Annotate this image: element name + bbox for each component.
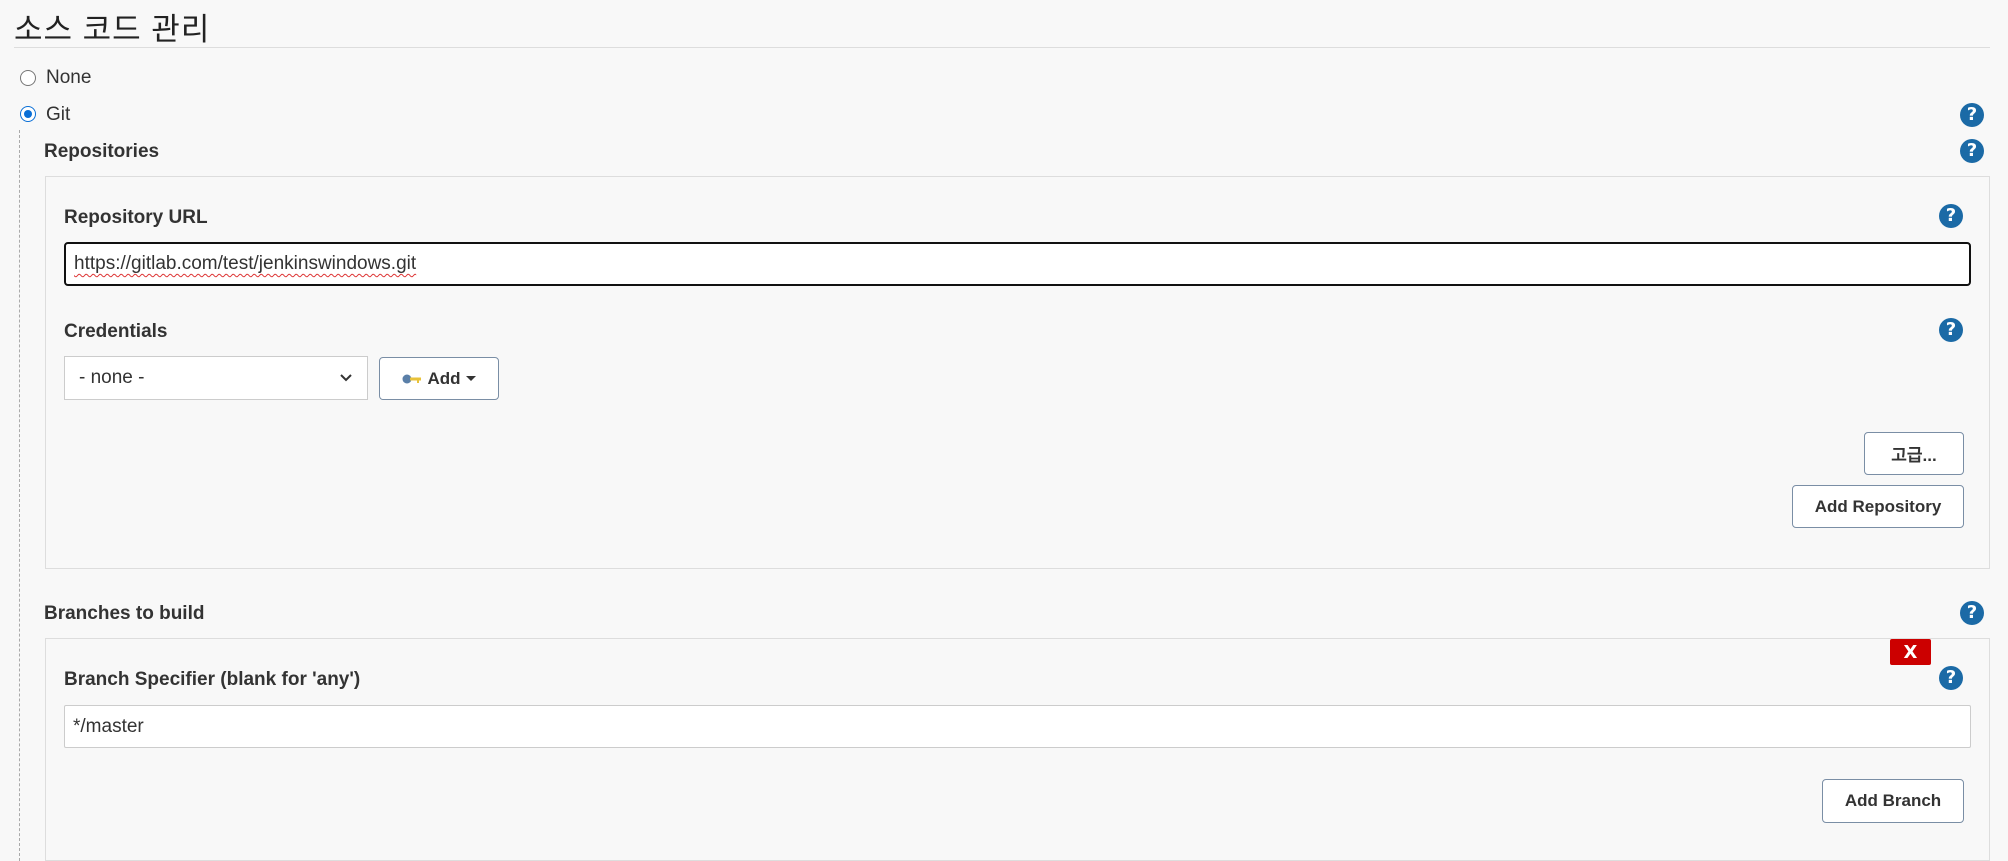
title-divider	[14, 47, 1990, 48]
delete-branch-button[interactable]: X	[1890, 639, 1931, 665]
git-help-icon[interactable]: ?	[1960, 103, 1984, 127]
repository-url-value: https://gitlab.com/test/jenkinswindows.g…	[74, 253, 417, 274]
scm-git-label[interactable]: Git	[46, 104, 70, 126]
advanced-button[interactable]: 고급...	[1864, 432, 1964, 475]
scm-none-radio[interactable]	[20, 70, 36, 86]
repository-url-label: Repository URL	[64, 207, 208, 228]
scm-git-radio[interactable]	[20, 106, 36, 122]
git-options-indent-line	[19, 130, 20, 861]
section-title: 소스 코드 관리	[14, 12, 211, 47]
branches-help-icon[interactable]: ?	[1960, 601, 1984, 625]
credentials-help-icon[interactable]: ?	[1939, 318, 1963, 342]
chevron-down-icon	[340, 374, 352, 382]
repositories-help-icon[interactable]: ?	[1960, 139, 1984, 163]
add-credentials-label: Add	[427, 368, 461, 388]
scm-none-label[interactable]: None	[46, 67, 91, 89]
add-branch-button[interactable]: Add Branch	[1822, 779, 1964, 823]
branch-specifier-help-icon[interactable]: ?	[1939, 666, 1963, 690]
credentials-select[interactable]: - none -	[64, 356, 368, 400]
branch-specifier-label: Branch Specifier (blank for 'any')	[64, 669, 361, 690]
key-icon	[402, 374, 422, 383]
add-credentials-button[interactable]: Add	[379, 357, 499, 400]
add-repository-button[interactable]: Add Repository	[1792, 485, 1964, 528]
repositories-label: Repositories	[44, 141, 160, 162]
credentials-selected-value: - none -	[79, 367, 145, 388]
repository-url-help-icon[interactable]: ?	[1939, 204, 1963, 228]
branch-specifier-value: */master	[73, 715, 144, 737]
branch-specifier-input[interactable]: */master	[64, 705, 1971, 748]
branches-label: Branches to build	[44, 603, 205, 624]
repository-url-input[interactable]: https://gitlab.com/test/jenkinswindows.g…	[64, 242, 1971, 286]
credentials-label: Credentials	[64, 321, 168, 342]
caret-down-icon	[465, 375, 476, 381]
